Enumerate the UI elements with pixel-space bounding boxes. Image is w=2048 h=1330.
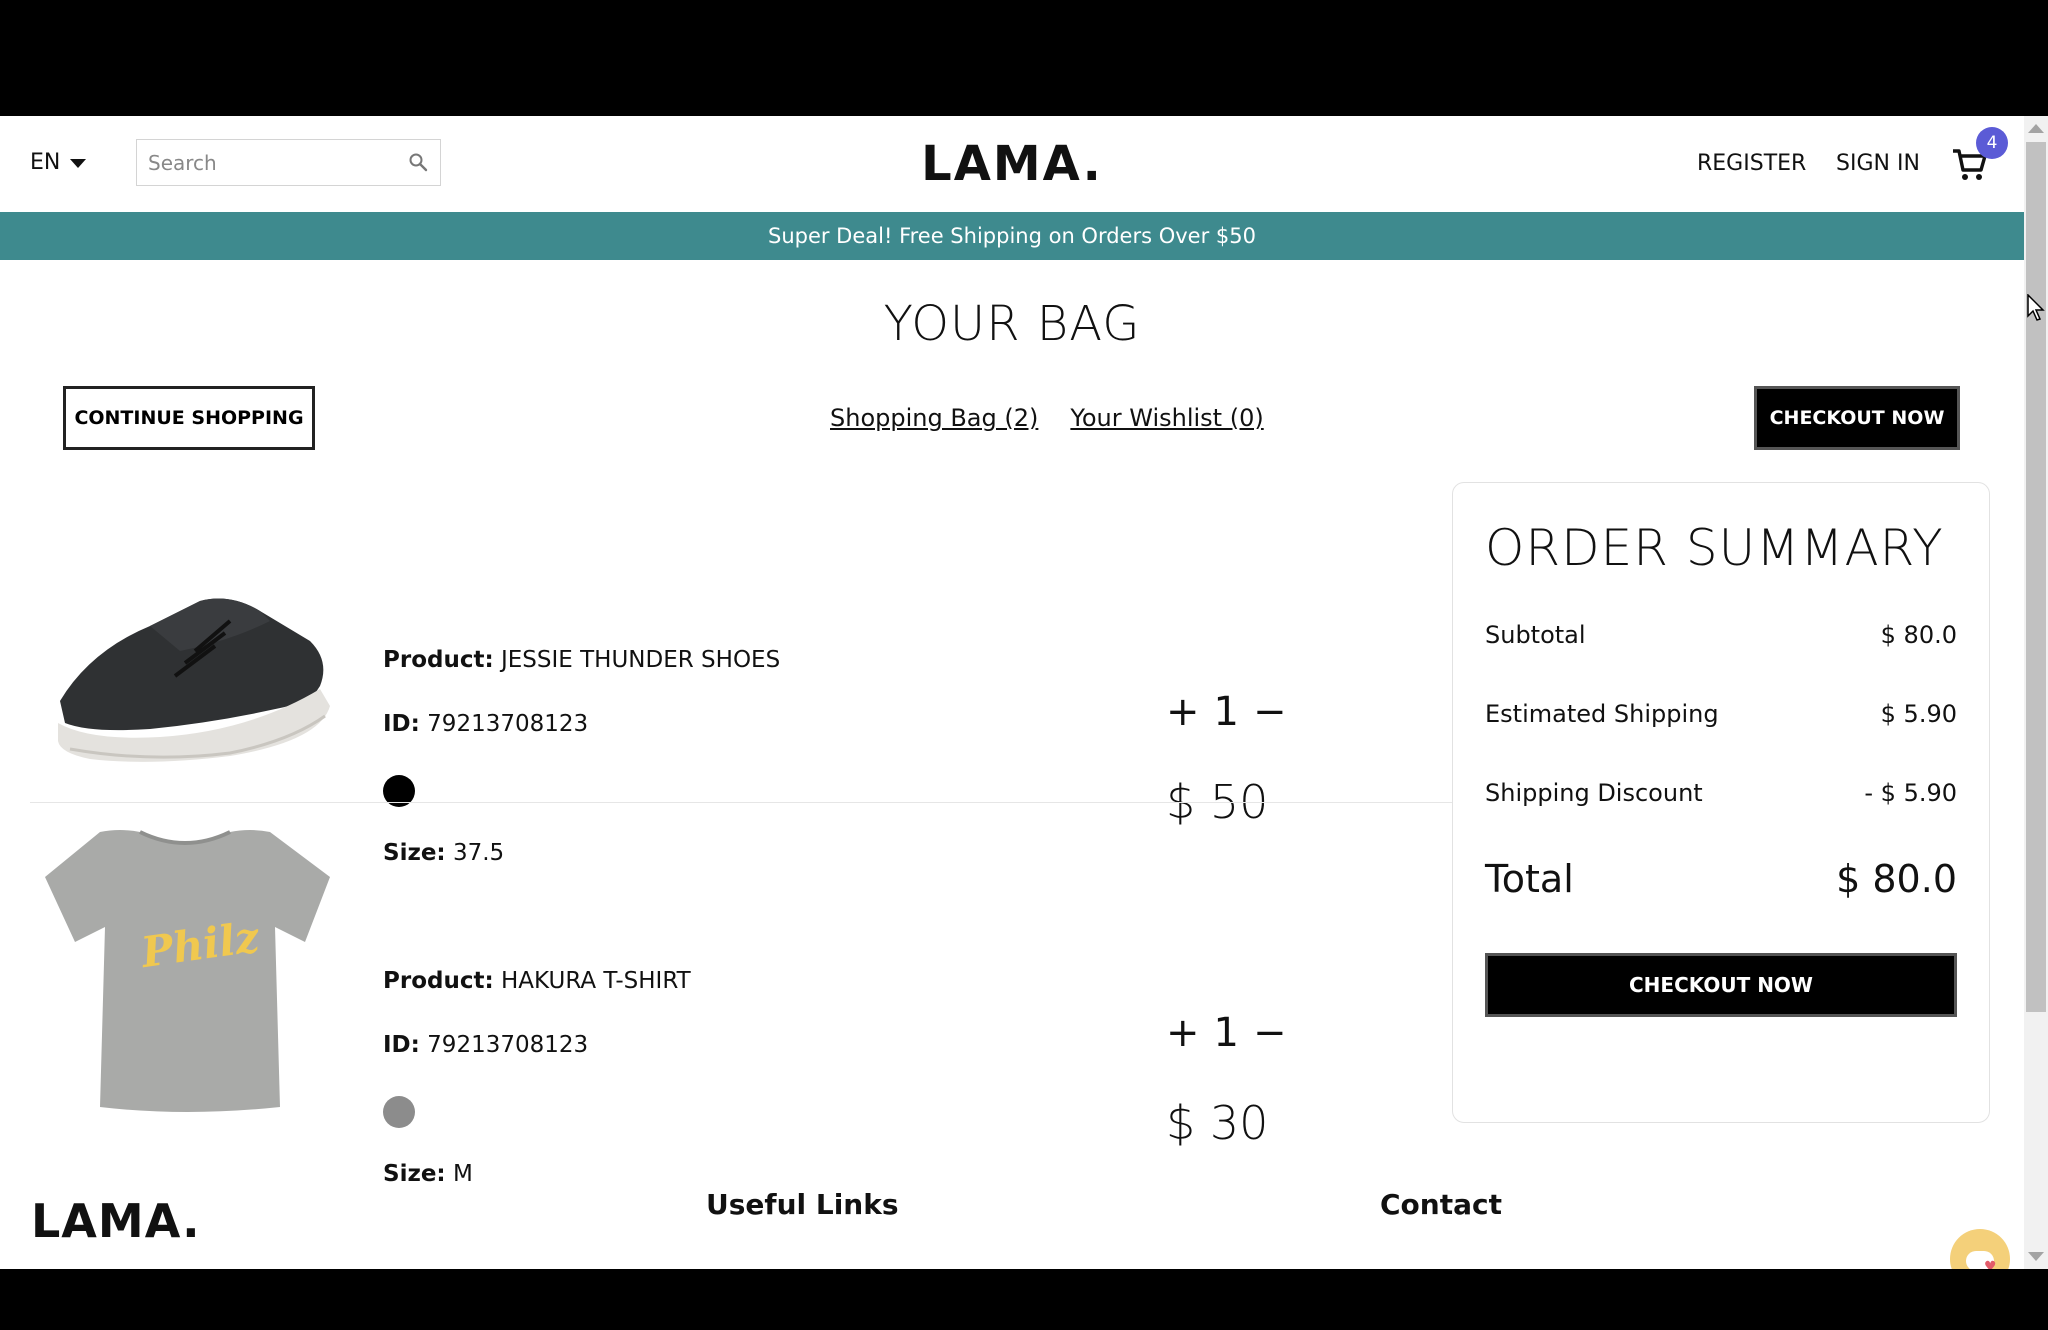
quantity-value: 1 [1213,1010,1239,1056]
id-label: ID: [383,1032,420,1058]
product-label: Product: [383,968,494,994]
tab-shopping-bag[interactable]: Shopping Bag (2) [830,404,1038,432]
product-id: 79213708123 [427,1032,589,1058]
mouse-cursor-icon [2027,294,2045,321]
contact-heading: Contact [1380,1188,1502,1221]
total-value: $ 80.0 [1836,857,1957,901]
register-link[interactable]: REGISTER [1697,151,1806,176]
product-name-line: Product: HAKURA T-SHIRT [383,968,691,994]
product-id: 79213708123 [427,711,589,737]
tshirt-image: Philz [45,830,330,1112]
order-summary-title: ORDER SUMMARY [1485,519,1944,577]
cart-count-badge: 4 [1976,127,2008,159]
heart-icon: ♥ [1984,1259,1997,1269]
useful-links-heading: Useful Links [706,1188,899,1221]
scrollbar-thumb[interactable] [2026,142,2046,1012]
product-id-line: ID: 79213708123 [383,1032,588,1058]
checkout-now-button-top[interactable]: CHECKOUT NOW [1754,386,1960,450]
scroll-down-arrow-icon[interactable] [2028,1252,2044,1261]
scroll-up-arrow-icon[interactable] [2028,124,2044,133]
subtotal-row: Subtotal $ 80.0 [1485,621,1957,649]
discount-value: - $ 5.90 [1864,779,1957,807]
bag-tabs: Shopping Bag (2) Your Wishlist (0) [830,404,1264,432]
product-size-line: Size: M [383,1161,473,1187]
decrease-quantity-button[interactable]: − [1253,1010,1287,1056]
increase-quantity-button[interactable]: + [1166,689,1200,735]
discount-row: Shipping Discount - $ 5.90 [1485,779,1957,807]
product-id-line: ID: 79213708123 [383,711,588,737]
vertical-scrollbar[interactable] [2024,116,2048,1269]
discount-label: Shipping Discount [1485,779,1703,807]
shipping-label: Estimated Shipping [1485,700,1719,728]
increase-quantity-button[interactable]: + [1166,1010,1200,1056]
sign-in-link[interactable]: SIGN IN [1836,151,1920,176]
chat-widget-button[interactable]: ♥ [1950,1229,2010,1269]
announcement-bar: Super Deal! Free Shipping on Orders Over… [0,212,2024,260]
cart-item: Philz Product: HAKURA T-SHIRT ID: 792137… [30,822,1450,1187]
subtotal-label: Subtotal [1485,621,1586,649]
product-size: M [452,1161,473,1187]
item-divider [30,802,1452,803]
product-name: HAKURA T-SHIRT [500,968,691,994]
checkout-now-button[interactable]: CHECKOUT NOW [1485,953,1957,1017]
color-swatch [383,1096,415,1128]
shipping-value: $ 5.90 [1880,700,1957,728]
product-name: JESSIE THUNDER SHOES [500,647,781,673]
quantity-stepper: + 1 − [1166,1010,1286,1056]
total-label: Total [1485,857,1574,901]
navbar: EN LAMA. REGISTER SIGN IN 4 [0,116,2024,212]
tab-wishlist[interactable]: Your Wishlist (0) [1070,404,1263,432]
decrease-quantity-button[interactable]: − [1253,689,1287,735]
total-row: Total $ 80.0 [1485,857,1957,901]
cart-item: Product: JESSIE THUNDER SHOES ID: 792137… [30,501,1450,866]
product-label: Product: [383,647,494,673]
sneaker-image [58,598,330,762]
footer-logo[interactable]: LAMA. [31,1194,201,1248]
size-label: Size: [383,1161,446,1187]
shipping-row: Estimated Shipping $ 5.90 [1485,700,1957,728]
id-label: ID: [383,711,420,737]
page-title: YOUR BAG [883,296,1141,352]
product-price: $ 30 [1166,1096,1269,1150]
cart-page: EN LAMA. REGISTER SIGN IN 4 Super Deal! … [0,116,2024,1269]
quantity-stepper: + 1 − [1166,689,1286,735]
subtotal-value: $ 80.0 [1880,621,1957,649]
continue-shopping-button[interactable]: CONTINUE SHOPPING [63,386,315,450]
browser-viewport: EN LAMA. REGISTER SIGN IN 4 Super Deal! … [0,116,2048,1269]
order-summary: ORDER SUMMARY Subtotal $ 80.0 Estimated … [1452,482,1990,1123]
quantity-value: 1 [1213,689,1239,735]
product-name-line: Product: JESSIE THUNDER SHOES [383,647,780,673]
